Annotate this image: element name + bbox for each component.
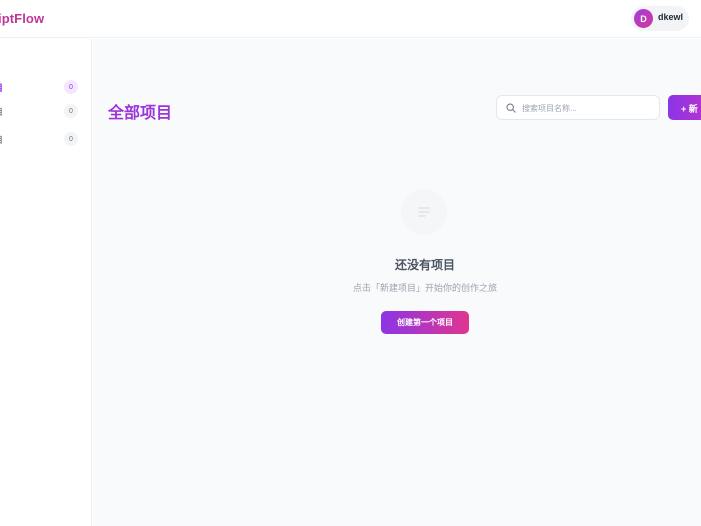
main-content: 全部项目 + 新 还没有项目 点击「新建项目」开始你的创作之旅 创建第一个项目: [93, 39, 701, 526]
username: dkewl: [658, 12, 684, 22]
user-menu[interactable]: D dkewl: [631, 6, 689, 31]
empty-state-description: 点击「新建项目」开始你的创作之旅: [352, 283, 497, 293]
avatar: D: [634, 9, 653, 28]
sidebar-item-label: 目: [0, 105, 3, 118]
app-logo[interactable]: iptFlow: [0, 11, 44, 26]
count-badge: 0: [64, 132, 78, 146]
page-title: 全部项目: [108, 105, 173, 122]
new-project-button[interactable]: + 新: [668, 95, 701, 120]
count-badge: 0: [64, 80, 78, 94]
sidebar-item-all-projects[interactable]: 目 0: [0, 77, 92, 99]
create-first-project-button[interactable]: 创建第一个项目: [381, 311, 469, 334]
search-icon: [506, 103, 516, 113]
empty-state-title: 还没有项目: [394, 258, 455, 272]
search-input[interactable]: [522, 100, 652, 116]
top-bar: iptFlow D dkewl: [0, 0, 701, 38]
sidebar-item-label: 目: [0, 81, 3, 94]
sidebar-item-3[interactable]: 目 0: [0, 129, 92, 151]
sidebar: 目 0 目 0 目 0: [0, 39, 92, 526]
sidebar-item-2[interactable]: 目 0: [0, 101, 92, 123]
count-badge: 0: [64, 104, 78, 118]
document-lines-icon: [418, 207, 430, 217]
empty-state-icon: [401, 189, 447, 235]
search-box[interactable]: [496, 95, 660, 120]
sidebar-item-label: 目: [0, 133, 3, 146]
